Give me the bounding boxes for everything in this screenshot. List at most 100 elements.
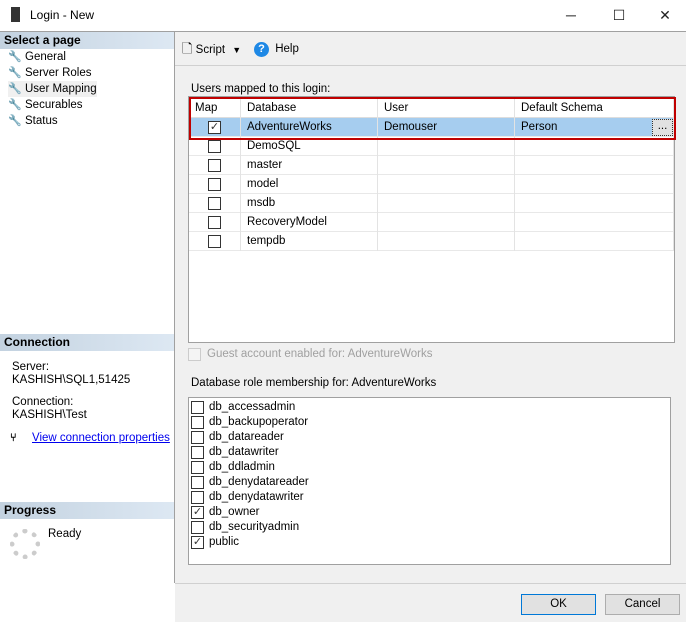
page-status[interactable]: 🔧 Status [8,113,58,129]
connection-label: Connection: [12,396,74,408]
guest-label: Guest account enabled for: AdventureWork… [207,348,433,360]
map-checkbox[interactable] [208,197,221,210]
connection-header: Connection [0,334,174,351]
role-name: db_ddladmin [209,461,275,473]
map-cell [189,156,241,175]
server-label: Server: [12,361,50,373]
map-cell [189,175,241,194]
script-button[interactable]: 🗋 Script ▼ [182,40,241,58]
connection-value: KASHISH\Test [12,409,87,421]
plug-icon: ⑂ [10,432,17,444]
schema-cell[interactable] [515,156,674,175]
wrench-icon: 🔧 [8,99,22,111]
role-membership-label: Database role membership for: AdventureW… [191,377,437,389]
role-name: db_datawriter [209,446,279,458]
role-name: db_denydatareader [209,476,309,488]
dropdown-arrow-icon: ▼ [232,45,242,55]
page-label: Server Roles [25,67,92,79]
server-value: KASHISH\SQL1,51425 [12,374,131,386]
left-pane: Select a page 🔧 General 🔧 Server Roles 🔧 Us… [0,31,175,583]
map-checkbox[interactable] [208,235,221,248]
schema-cell[interactable] [515,175,674,194]
map-checkbox[interactable] [208,159,221,172]
progress-spinner-icon [10,529,40,559]
role-name: db_owner [209,506,260,518]
map-checkbox[interactable] [208,216,221,229]
page-label: User Mapping [25,83,97,95]
map-cell [189,194,241,213]
minimize-button[interactable]: ─ [548,0,594,30]
highlight-box [189,97,676,140]
page-label: Securables [25,99,83,111]
role-checkbox[interactable] [191,461,204,474]
user-cell[interactable] [378,175,515,194]
page-general[interactable]: 🔧 General [8,49,66,65]
mapping-row[interactable]: msdb [189,194,674,213]
role-checkbox[interactable] [191,416,204,429]
role-checkbox[interactable] [191,446,204,459]
map-cell [189,232,241,251]
role-name: db_denydatawriter [209,491,304,503]
role-checkbox[interactable] [191,401,204,414]
map-cell [189,213,241,232]
progress-header: Progress [0,502,174,519]
role-name: db_securityadmin [209,521,300,533]
schema-cell[interactable] [515,232,674,251]
view-connection-properties-link[interactable]: View connection properties [32,432,170,444]
progress-status: Ready [48,528,82,540]
database-cell: msdb [241,194,378,213]
role-checkbox[interactable] [191,476,204,489]
role-name: db_accessadmin [209,401,296,413]
server-icon [11,7,20,22]
close-button[interactable]: ✕ [642,0,686,30]
window-title: Login - New [30,8,95,22]
role-checkbox[interactable] [191,521,204,534]
page-securables[interactable]: 🔧 Securables [8,97,83,113]
wrench-icon: 🔧 [8,83,22,95]
script-icon: 🗋 [182,41,193,56]
map-checkbox[interactable] [208,178,221,191]
database-cell: RecoveryModel [241,213,378,232]
role-checkbox[interactable]: ✓ [191,506,204,519]
guest-checkbox[interactable] [188,348,201,361]
page-label: Status [25,115,58,127]
button-bar: OK Cancel [175,583,686,622]
help-button[interactable]: ? Help [254,40,299,58]
ok-button[interactable]: OK [521,594,596,615]
wrench-icon: 🔧 [8,67,22,79]
role-checkbox[interactable] [191,491,204,504]
user-cell[interactable] [378,213,515,232]
script-label: Script [195,44,226,56]
help-icon: ? [254,42,269,57]
cancel-button[interactable]: Cancel [605,594,680,615]
role-name: public [209,536,240,548]
mapping-row[interactable]: model [189,175,674,194]
mapping-row[interactable]: tempdb [189,232,674,251]
role-list: db_accessadmin db_backupoperator db_datare… [188,397,671,565]
wrench-icon: 🔧 [8,115,22,127]
user-cell[interactable] [378,156,515,175]
role-checkbox[interactable]: ✓ [191,536,204,549]
title-bar: Login - New ─ ☐ ✕ [0,0,686,31]
map-checkbox[interactable] [208,140,221,153]
user-cell[interactable] [378,232,515,251]
user-mapping-grid: Map Database User Default Schema ✓ Adven… [188,96,676,343]
role-checkbox[interactable] [191,431,204,444]
mapping-row[interactable]: master [189,156,674,175]
database-cell: tempdb [241,232,378,251]
database-cell: model [241,175,378,194]
schema-cell[interactable] [515,194,674,213]
role-name: db_backupoperator [209,416,309,428]
user-cell[interactable] [378,194,515,213]
role-name: db_datareader [209,431,284,443]
help-label: Help [275,43,299,55]
page-label: General [25,51,66,63]
page-server-roles[interactable]: 🔧 Server Roles [8,65,91,81]
database-cell: master [241,156,378,175]
wrench-icon: 🔧 [8,51,22,63]
users-mapped-label: Users mapped to this login: [191,83,331,95]
maximize-button[interactable]: ☐ [596,0,642,30]
schema-cell[interactable] [515,213,674,232]
page-user-mapping[interactable]: 🔧 User Mapping [8,81,97,97]
mapping-row[interactable]: RecoveryModel [189,213,674,232]
